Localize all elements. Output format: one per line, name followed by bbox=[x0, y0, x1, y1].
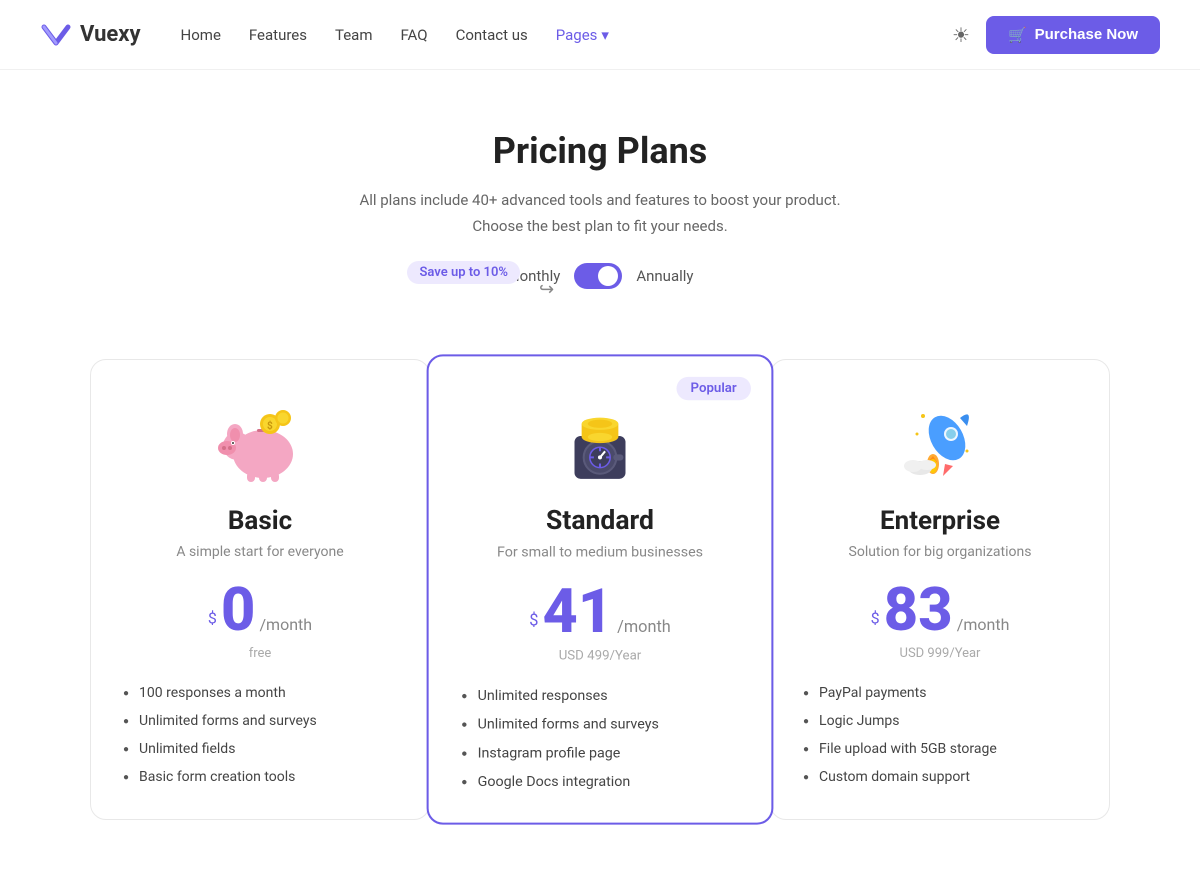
basic-features: 100 responses a month Unlimited forms an… bbox=[123, 685, 397, 785]
nav-pages-label: Pages bbox=[556, 26, 598, 44]
list-item: Logic Jumps bbox=[803, 713, 1077, 729]
enterprise-sublabel: USD 999/Year bbox=[803, 646, 1077, 661]
enterprise-plan-subtitle: Solution for big organizations bbox=[803, 544, 1077, 560]
list-item: Unlimited responses bbox=[461, 688, 738, 704]
navbar-right: ☀ 🛒 Purchase Now bbox=[952, 16, 1160, 54]
logo-icon bbox=[40, 21, 72, 49]
nav-features[interactable]: Features bbox=[249, 26, 307, 44]
pricing-section: $ Basic A simple start for everyone $ 0 … bbox=[0, 359, 1200, 880]
pricing-card-basic: $ Basic A simple start for everyone $ 0 … bbox=[90, 359, 430, 820]
hero-section: Pricing Plans All plans include 40+ adva… bbox=[0, 70, 1200, 359]
list-item: Instagram profile page bbox=[461, 745, 738, 761]
enterprise-features: PayPal payments Logic Jumps File upload … bbox=[803, 685, 1077, 785]
basic-price: $ 0 /month bbox=[123, 580, 397, 640]
annually-label: Annually bbox=[636, 267, 693, 285]
standard-price-num: 41 bbox=[542, 575, 613, 647]
enterprise-icon bbox=[895, 396, 985, 486]
enterprise-currency: $ bbox=[871, 609, 880, 628]
purchase-button[interactable]: 🛒 Purchase Now bbox=[986, 16, 1160, 54]
nav-contact[interactable]: Contact us bbox=[456, 26, 528, 44]
save-badge: Save up to 10% bbox=[407, 261, 520, 284]
billing-toggle-area: Save up to 10% ↩ Monthly Annually bbox=[20, 263, 1180, 289]
standard-price: $ 41 /month bbox=[461, 581, 738, 642]
list-item: File upload with 5GB storage bbox=[803, 741, 1077, 757]
list-item: Basic form creation tools bbox=[123, 769, 397, 785]
list-item: Custom domain support bbox=[803, 769, 1077, 785]
navbar: Vuexy Home Features Team FAQ Contact us … bbox=[0, 0, 1200, 70]
chevron-down-icon: ▾ bbox=[601, 26, 609, 44]
nav-pages[interactable]: Pages ▾ bbox=[556, 26, 609, 44]
billing-toggle-switch[interactable] bbox=[574, 263, 622, 289]
navbar-left: Vuexy Home Features Team FAQ Contact us … bbox=[40, 21, 609, 49]
basic-period: /month bbox=[259, 615, 312, 634]
enterprise-period: /month bbox=[957, 615, 1010, 634]
standard-icon bbox=[554, 393, 646, 485]
hero-description: All plans include 40+ advanced tools and… bbox=[20, 188, 1180, 239]
basic-price-num: 0 bbox=[221, 574, 256, 645]
pricing-card-enterprise: Enterprise Solution for big organization… bbox=[770, 359, 1110, 820]
nav-team[interactable]: Team bbox=[335, 26, 373, 44]
basic-sublabel: free bbox=[123, 646, 397, 661]
standard-sublabel: USD 499/Year bbox=[461, 648, 738, 663]
basic-plan-subtitle: A simple start for everyone bbox=[123, 544, 397, 560]
standard-features: Unlimited responses Unlimited forms and … bbox=[461, 688, 738, 790]
svg-text:$: $ bbox=[267, 419, 273, 432]
cart-icon: 🛒 bbox=[1008, 26, 1027, 44]
list-item: 100 responses a month bbox=[123, 685, 397, 701]
basic-icon: $ bbox=[215, 396, 305, 486]
enterprise-plan-name: Enterprise bbox=[803, 506, 1077, 536]
nav-faq[interactable]: FAQ bbox=[401, 26, 428, 44]
standard-plan-name: Standard bbox=[461, 505, 738, 536]
purchase-label: Purchase Now bbox=[1035, 26, 1138, 43]
nav-links: Home Features Team FAQ Contact us Pages … bbox=[181, 26, 609, 44]
popular-badge: Popular bbox=[676, 377, 751, 400]
pricing-card-standard: Popular bbox=[427, 354, 774, 824]
basic-currency: $ bbox=[208, 609, 217, 628]
list-item: Unlimited fields bbox=[123, 741, 397, 757]
list-item: PayPal payments bbox=[803, 685, 1077, 701]
standard-plan-subtitle: For small to medium businesses bbox=[461, 544, 738, 560]
nav-home[interactable]: Home bbox=[181, 26, 221, 44]
enterprise-price-num: 83 bbox=[884, 574, 953, 645]
logo-text: Vuexy bbox=[80, 22, 141, 47]
arrow-icon: ↩ bbox=[539, 279, 554, 300]
standard-currency: $ bbox=[529, 610, 538, 629]
page-title: Pricing Plans bbox=[20, 130, 1180, 172]
list-item: Google Docs integration bbox=[461, 774, 738, 790]
logo[interactable]: Vuexy bbox=[40, 21, 141, 49]
basic-plan-name: Basic bbox=[123, 506, 397, 536]
list-item: Unlimited forms and surveys bbox=[123, 713, 397, 729]
standard-period: /month bbox=[617, 617, 671, 636]
enterprise-price: $ 83 /month bbox=[803, 580, 1077, 640]
list-item: Unlimited forms and surveys bbox=[461, 716, 738, 732]
theme-toggle-icon[interactable]: ☀ bbox=[952, 23, 970, 47]
